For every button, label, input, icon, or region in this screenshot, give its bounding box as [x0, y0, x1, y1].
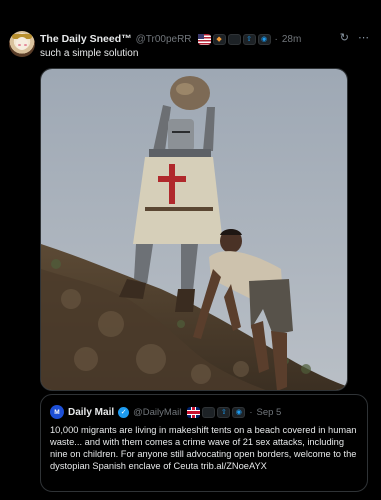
shield-icon: ◆ — [212, 33, 226, 45]
badge-row: ◆ ⇧ ◉ — [197, 33, 271, 45]
apple-icon — [227, 33, 241, 45]
crusader-image — [41, 69, 347, 390]
quoted-author-handle[interactable]: @DailyMail — [133, 407, 181, 418]
more-icon[interactable]: ⋯ — [358, 31, 369, 44]
quoted-tweet-text: 10,000 migrants are living in makeshift … — [50, 425, 357, 471]
quoted-tweet-header: M Daily Mail ✓ @DailyMail ⇧ ◉ · Sep 5 — [50, 405, 281, 419]
share-icon[interactable]: ⇧ — [217, 406, 231, 418]
author-avatar[interactable] — [9, 31, 35, 57]
tweet[interactable]: The Daily Sneed™ @Tr00peRR ◆ ⇧ ◉ · 28m ↻… — [0, 0, 381, 500]
tweet-text: such a simple solution — [40, 48, 139, 59]
separator: · — [249, 406, 253, 418]
dailymail-avatar[interactable]: M — [50, 405, 64, 419]
refresh-icon[interactable]: ↻ — [340, 31, 349, 44]
author-handle[interactable]: @Tr00peRR — [136, 34, 192, 45]
apple-icon — [202, 406, 216, 418]
share-icon[interactable]: ⇧ — [242, 33, 256, 45]
tweet-time[interactable]: 28m — [282, 34, 301, 45]
quoted-date[interactable]: Sep 5 — [257, 407, 282, 418]
quoted-tweet[interactable]: M Daily Mail ✓ @DailyMail ⇧ ◉ · Sep 5 10… — [40, 394, 368, 492]
verified-badge-icon: ✓ — [118, 406, 130, 418]
info-icon[interactable]: ◉ — [232, 406, 246, 418]
quoted-author-name[interactable]: Daily Mail — [68, 407, 114, 418]
us-flag-icon — [197, 33, 211, 45]
separator: · — [274, 33, 278, 45]
quoted-badge-row: ⇧ ◉ — [187, 406, 246, 418]
author-name[interactable]: The Daily Sneed™ — [40, 33, 132, 45]
tweet-header: The Daily Sneed™ @Tr00peRR ◆ ⇧ ◉ · 28m — [40, 31, 301, 47]
uk-flag-icon — [187, 406, 201, 418]
info-icon[interactable]: ◉ — [257, 33, 271, 45]
tweet-image[interactable] — [40, 68, 348, 391]
top-actions: ↻ ⋯ — [340, 31, 369, 44]
